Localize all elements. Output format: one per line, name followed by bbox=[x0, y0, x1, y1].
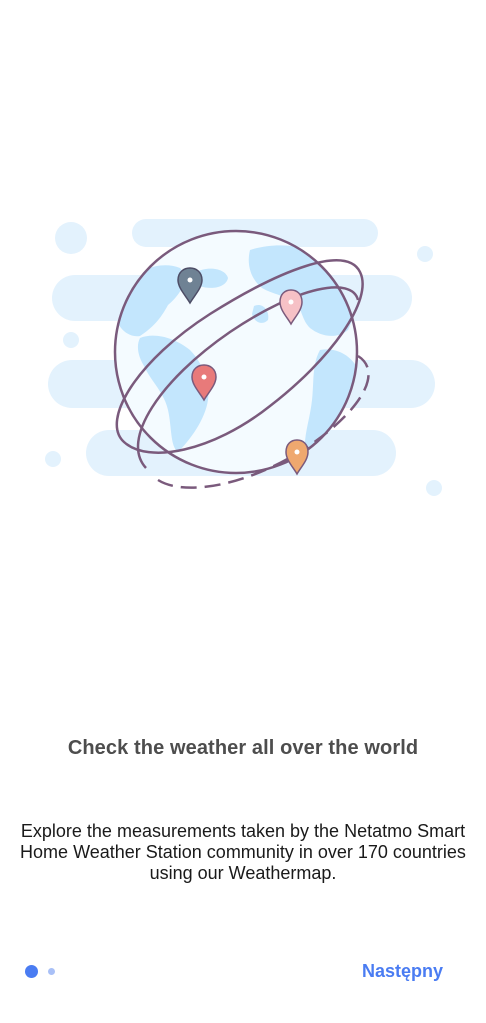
globe-with-pins-icon bbox=[45, 219, 442, 496]
onboarding-title: Check the weather all over the world bbox=[67, 737, 419, 759]
next-button[interactable]: Następny bbox=[362, 958, 443, 984]
globe-illustration bbox=[40, 210, 450, 510]
page-indicator bbox=[25, 963, 55, 979]
page-dot-inactive[interactable] bbox=[48, 967, 55, 975]
onboarding-screen: Check the weather all over the world Exp… bbox=[0, 0, 486, 1023]
page-dot-active[interactable] bbox=[25, 964, 38, 978]
onboarding-description: Explore the measurements taken by the Ne… bbox=[20, 821, 466, 883]
